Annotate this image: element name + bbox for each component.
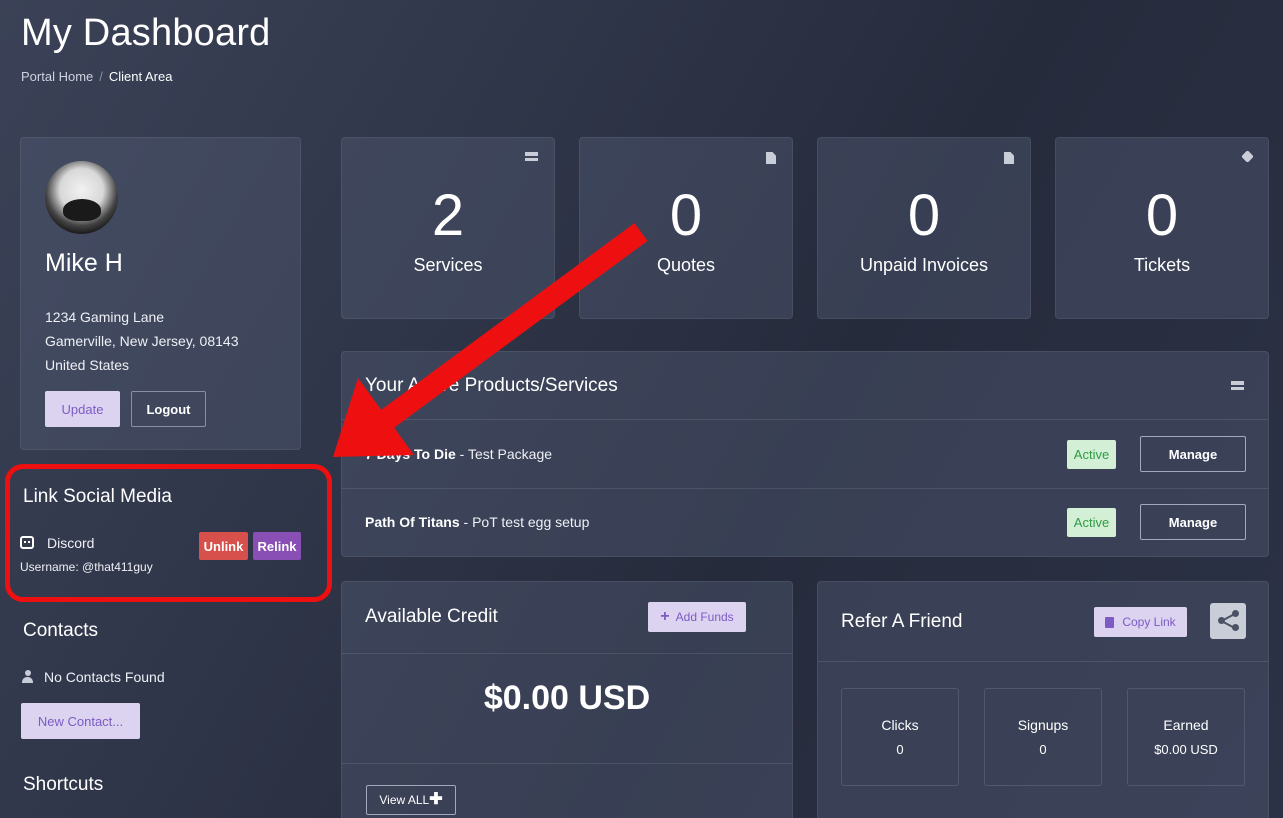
tile-tickets-label: Tickets — [1133, 255, 1191, 275]
annotation-highlight-box — [5, 464, 332, 602]
address-line-1: 1234 Gaming Lane — [45, 309, 165, 325]
avatar — [45, 161, 118, 234]
active-products-panel: Your Active Products/Services 7 Days To … — [341, 351, 1269, 557]
signups-stat: Signups 0 — [984, 688, 1102, 786]
breadcrumb: Portal Home / Client Area — [21, 69, 172, 84]
stat-value: 0 — [896, 742, 904, 757]
products-title: Your Active Products/Services — [365, 375, 618, 396]
divider — [342, 763, 792, 764]
product-row[interactable]: 7 Days To Die - Test Package Active Mana… — [342, 421, 1268, 489]
product-name: 7 Days To Die - Test Package — [365, 446, 552, 462]
stat-value: 0 — [1039, 742, 1047, 757]
profile-address: 1234 Gaming Lane Gamerville, New Jersey,… — [45, 305, 238, 377]
stat-label: Signups — [1017, 717, 1069, 733]
product-detail: - PoT test egg setup — [459, 514, 590, 530]
user-icon — [22, 670, 33, 683]
manage-button[interactable]: Manage — [1140, 436, 1246, 472]
breadcrumb-separator: / — [99, 69, 103, 84]
add-funds-button[interactable]: + Add Funds — [648, 602, 746, 632]
tile-invoices-value: 0 — [907, 183, 941, 248]
tile-quotes-value: 0 — [669, 183, 703, 248]
product-detail: - Test Package — [455, 446, 553, 462]
credit-header: Available Credit + Add Funds — [342, 582, 792, 654]
plus-icon: + — [660, 608, 670, 625]
logout-button[interactable]: Logout — [131, 391, 206, 427]
tile-unpaid-invoices[interactable]: 0 Unpaid Invoices — [817, 137, 1031, 319]
profile-card: Mike H 1234 Gaming Lane Gamerville, New … — [20, 137, 301, 450]
clipboard-icon — [1105, 616, 1115, 628]
refer-header: Refer A Friend Copy Link — [818, 582, 1268, 662]
profile-name: Mike H — [45, 249, 123, 277]
tile-tickets-value: 0 — [1145, 183, 1179, 248]
stat-value: $0.00 USD — [1154, 742, 1218, 757]
product-title: Path Of Titans — [365, 514, 460, 530]
tile-invoices-label: Unpaid Invoices — [859, 255, 989, 275]
tile-quotes-label: Quotes — [656, 255, 716, 275]
stat-label: Earned — [1163, 717, 1209, 733]
view-all-label: View ALL — [379, 793, 430, 807]
manage-button[interactable]: Manage — [1140, 504, 1246, 540]
available-credit-panel: Available Credit + Add Funds $0.00 USD V… — [341, 581, 793, 818]
new-contact-button[interactable]: New Contact... — [21, 703, 140, 739]
refer-a-friend-panel: Refer A Friend Copy Link Clicks 0 Signup… — [817, 581, 1269, 818]
earned-stat: Earned $0.00 USD — [1127, 688, 1245, 786]
breadcrumb-client-area: Client Area — [108, 69, 173, 84]
breadcrumb-portal-home[interactable]: Portal Home — [21, 69, 93, 84]
status-badge: Active — [1067, 440, 1116, 469]
page-title: My Dashboard — [21, 12, 271, 54]
share-button[interactable] — [1210, 603, 1246, 639]
credit-title: Available Credit — [365, 606, 498, 627]
shortcuts-title: Shortcuts — [23, 774, 104, 795]
tile-quotes[interactable]: 0 Quotes — [579, 137, 793, 319]
address-line-3: United States — [45, 357, 130, 373]
tile-tickets[interactable]: 0 Tickets — [1055, 137, 1269, 319]
add-funds-label: Add Funds — [675, 610, 734, 624]
status-badge: Active — [1067, 508, 1116, 537]
product-name: Path Of Titans - PoT test egg setup — [365, 514, 589, 530]
contacts-title: Contacts — [23, 620, 98, 641]
copy-link-button[interactable]: Copy Link — [1094, 607, 1187, 637]
server-icon — [525, 152, 538, 161]
tile-services[interactable]: 2 Services — [341, 137, 555, 319]
plus-icon: ✚ — [429, 791, 443, 808]
update-button[interactable]: Update — [45, 391, 120, 427]
copy-link-label: Copy Link — [1122, 615, 1176, 629]
stat-label: Clicks — [881, 717, 919, 733]
address-line-2: Gamerville, New Jersey, 08143 — [45, 333, 239, 349]
tag-icon — [1241, 150, 1254, 163]
credit-amount: $0.00 USD — [483, 679, 651, 717]
product-title: 7 Days To Die — [365, 446, 456, 462]
refer-title: Refer A Friend — [841, 611, 963, 632]
document-icon — [766, 152, 776, 164]
no-contacts-text: No Contacts Found — [44, 669, 165, 685]
document-icon — [1004, 152, 1014, 164]
view-all-button[interactable]: View ALL ✚ — [366, 785, 456, 815]
tile-services-value: 2 — [431, 183, 465, 248]
tile-services-label: Services — [413, 255, 483, 275]
product-row[interactable]: Path Of Titans - PoT test egg setup Acti… — [342, 489, 1268, 557]
products-header: Your Active Products/Services — [342, 352, 1268, 420]
clicks-stat: Clicks 0 — [841, 688, 959, 786]
server-icon — [1231, 381, 1244, 390]
